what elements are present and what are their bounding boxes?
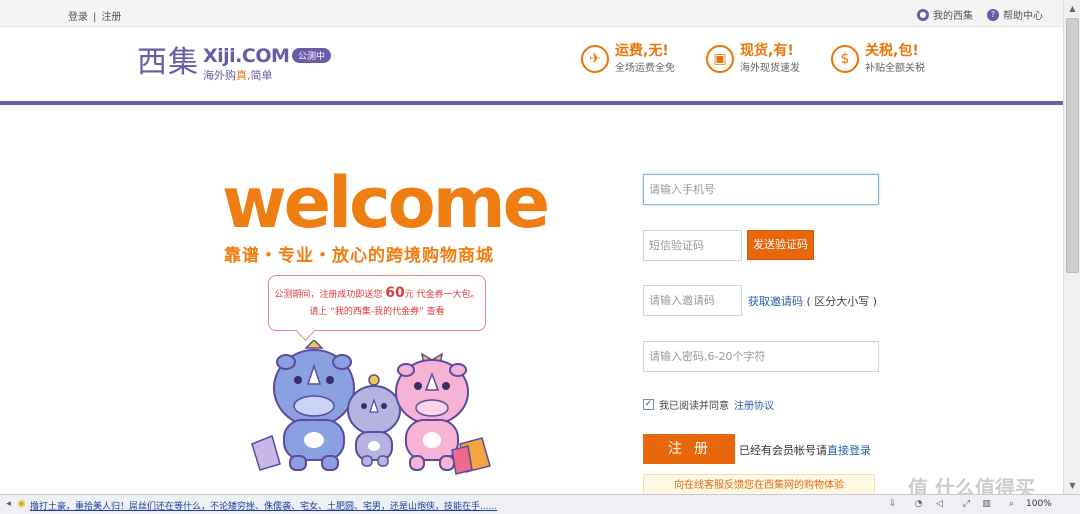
promo-subtitle: 全场运费全免 <box>615 63 675 74</box>
speed-icon[interactable]: ◔ <box>912 498 925 511</box>
help-icon: ? <box>987 8 999 21</box>
have-account-text: 已经有会员帐号请 <box>739 444 827 457</box>
invite-hint: 获取邀请码 ( 区分大小写 ) <box>748 293 877 309</box>
money-bag-icon: $ <box>831 44 859 73</box>
hero-tagline: 靠谱・专业・放心的跨境购物商城 <box>224 246 494 266</box>
logo-en: Xiji.COM <box>203 45 290 67</box>
promo-title: 运费,无! <box>615 43 669 59</box>
site-logo[interactable]: 西集 Xiji.COM 海外购真,简单 <box>137 45 290 83</box>
promo-subtitle: 补贴全额关税 <box>865 63 925 74</box>
welcome-heading: welcome <box>222 162 550 244</box>
page: 登录 | 注册 ● 我的西集 ? 帮助中心 西集 Xiji.COM 海外购真,简单 … <box>0 0 1080 514</box>
logo-cn: 西集 <box>137 45 199 80</box>
bubble-line-2: 请上 “我的西集-我的代金券” 查看 <box>309 307 445 317</box>
small-rhino <box>347 374 401 467</box>
promo-subtitle: 海外现货速发 <box>740 63 800 74</box>
scroll-up-icon[interactable]: ▲ <box>1066 2 1079 15</box>
split-view-icon[interactable]: ▥ <box>980 498 993 511</box>
slogan-highlight: 真, <box>236 69 251 82</box>
fullscreen-icon[interactable]: ⤢ <box>960 498 973 511</box>
divider: | <box>93 12 97 23</box>
browser-status-bar: ◂ ◉ 撸打土豪，重拾美人归！屌丝们还在等什么，不论矮穷挫、侏儒袭、宅女、土肥圆… <box>0 494 1080 514</box>
agreement-row: ✓ 我已阅读并同意 注册协议 <box>643 397 774 412</box>
login-link[interactable]: 登录 <box>68 12 88 23</box>
box-icon: ▣ <box>706 44 734 73</box>
vertical-scrollbar[interactable]: ▲ ▼ <box>1063 0 1080 494</box>
blue-rhino <box>251 340 355 471</box>
header-divider <box>0 101 1063 105</box>
password-input[interactable]: 请输入密码,6-20个字符 <box>643 341 879 372</box>
news-ticker-link[interactable]: 撸打土豪，重拾美人归！屌丝们还在等什么，不论矮穷挫、侏儒袭、宅女、土肥圆、宅男，… <box>30 499 497 512</box>
direct-login-link[interactable]: 直接登录 <box>827 444 871 457</box>
scroll-down-icon[interactable]: ▼ <box>1066 479 1079 492</box>
download-icon[interactable]: ⇩ <box>886 498 899 511</box>
bubble-line-1: 公测期间，注册成功即送您 60元 代金券一大包。 <box>269 285 485 304</box>
bubble-amount: 60 <box>385 285 405 301</box>
agreement-link[interactable]: 注册协议 <box>734 397 774 412</box>
promo-speech-bubble: 公测期间，注册成功即送您 60元 代金券一大包。 请上 “我的西集-我的代金券”… <box>268 275 486 331</box>
slogan-suffix: 简单 <box>250 69 273 82</box>
logo-slogan: 海外购真,简单 <box>203 67 289 83</box>
promo-free-shipping: ✈ 运费,无! 全场运费全免 <box>581 43 675 74</box>
bubble-text-end: 元 代金券一大包。 <box>404 290 480 300</box>
my-xiji-label: 我的西集 <box>933 11 973 22</box>
site-header: 西集 Xiji.COM 海外购真,简单 公测中 ✈ 运费,无! 全场运费全免 ▣… <box>0 27 1063 103</box>
top-right-links: ● 我的西集 ? 帮助中心 <box>917 7 1043 22</box>
zoom-search-icon[interactable]: ⌕ <box>1005 498 1018 511</box>
promo-title: 关税,包! <box>865 43 919 59</box>
account-links: 登录 | 注册 <box>68 8 121 23</box>
promo-in-stock: ▣ 现货,有! 海外现货速发 <box>706 43 800 74</box>
register-link[interactable]: 注册 <box>101 12 121 23</box>
case-hint: ( 区分大小写 ) <box>806 295 878 308</box>
sms-code-input[interactable]: 短信验证码 <box>643 230 742 261</box>
agree-checkbox[interactable]: ✓ <box>643 399 654 410</box>
send-code-button[interactable]: 发送验证码 <box>747 230 814 260</box>
agree-text: 我已阅读并同意 <box>659 401 729 412</box>
back-arrow-icon[interactable]: ◂ <box>2 498 15 511</box>
user-icon: ● <box>917 8 929 21</box>
zoom-level[interactable]: 100% <box>1026 499 1052 509</box>
bubble-text: 公测期间，注册成功即送您 <box>274 290 383 300</box>
phone-input[interactable]: 请输入手机号 <box>643 174 879 205</box>
sound-icon[interactable]: ◁ <box>933 498 946 511</box>
my-xiji-link[interactable]: ● 我的西集 <box>917 7 973 22</box>
help-center-link[interactable]: ? 帮助中心 <box>987 7 1043 22</box>
slogan-prefix: 海外购 <box>203 69 236 82</box>
news-icon: ◉ <box>17 499 26 509</box>
plane-icon: ✈ <box>581 44 609 73</box>
beta-badge: 公测中 <box>292 48 332 63</box>
pink-rhino <box>395 352 491 475</box>
invite-code-input[interactable]: 请输入邀请码 <box>643 285 742 316</box>
promo-title: 现货,有! <box>740 43 794 59</box>
scroll-thumb[interactable] <box>1066 18 1079 273</box>
register-button[interactable]: 注册 <box>643 434 735 464</box>
login-hint: 已经有会员帐号请直接登录 <box>739 442 871 458</box>
top-bar: 登录 | 注册 ● 我的西集 ? 帮助中心 <box>0 0 1063 27</box>
promo-tax-covered: $ 关税,包! 补贴全额关税 <box>831 43 925 74</box>
help-center-label: 帮助中心 <box>1003 11 1043 22</box>
get-invite-link[interactable]: 获取邀请码 <box>748 295 803 308</box>
feedback-banner[interactable]: 向在线客服反馈您在西集网的购物体验 <box>643 474 875 496</box>
rhino-mascots-illustration <box>251 340 491 475</box>
